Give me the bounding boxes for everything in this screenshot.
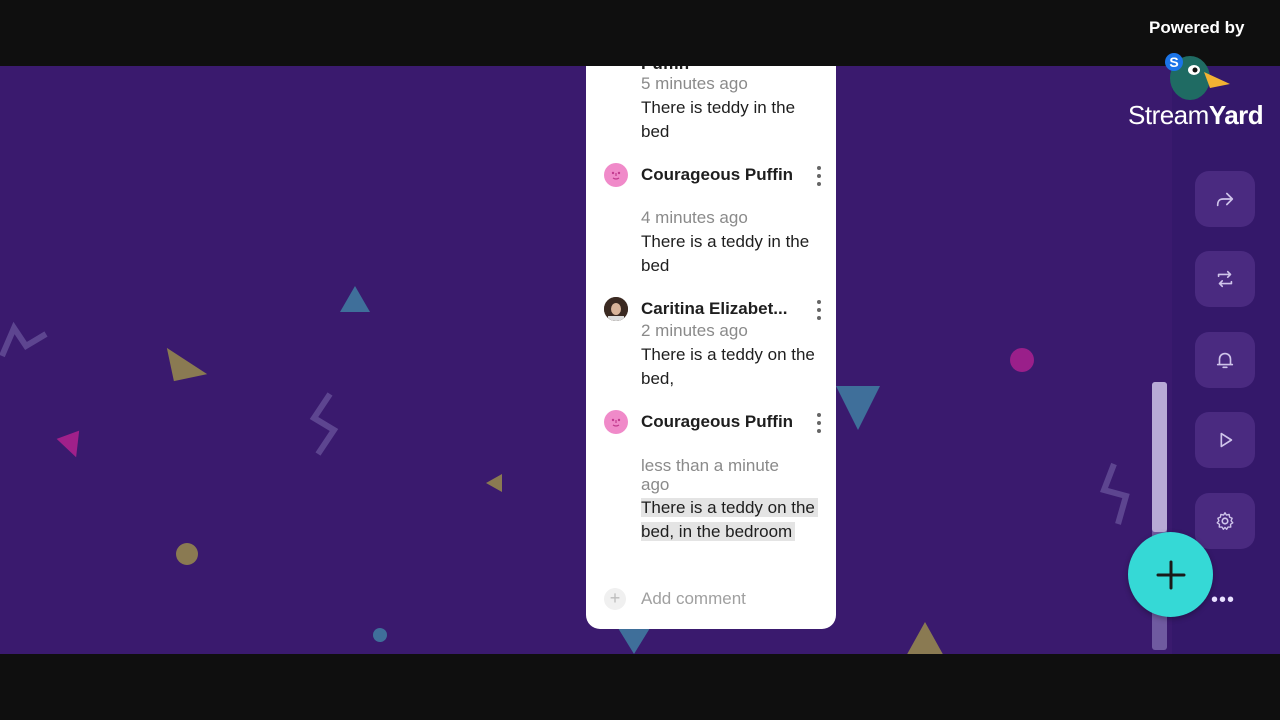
comment-text: There is teddy in the bed (641, 98, 796, 141)
plus-icon: + (604, 588, 626, 610)
deco-triangle (166, 340, 208, 382)
rail-settings-button[interactable] (1195, 493, 1255, 549)
play-icon (1220, 432, 1233, 448)
add-fab-button[interactable] (1128, 532, 1213, 617)
repeat-icon (1217, 270, 1233, 288)
deco-triangle (486, 474, 502, 492)
comment-author: Caritina Elizabet... (641, 299, 788, 318)
puffin-face-icon (604, 163, 628, 187)
rail-share-button[interactable] (1195, 171, 1255, 227)
comment-menu-icon[interactable] (815, 413, 823, 433)
deco-circle (1010, 348, 1034, 372)
bell-icon (1216, 352, 1234, 369)
puffin-face-icon (604, 410, 628, 434)
deco-triangle (340, 286, 370, 312)
rail-repeat-button[interactable] (1195, 251, 1255, 307)
rail-notifications-button[interactable] (1195, 332, 1255, 388)
deco-zigzag (1100, 462, 1130, 525)
comment-timestamp: 5 minutes ago (641, 74, 748, 93)
deco-zigzag (309, 392, 339, 456)
svg-text:S: S (1169, 54, 1178, 70)
add-comment-input[interactable]: Add comment (641, 588, 746, 610)
deco-zigzag (0, 321, 48, 358)
rail-play-button[interactable] (1195, 412, 1255, 468)
top-letterbox (0, 0, 1280, 66)
comment-author: Courageous Puffin (641, 412, 794, 431)
more-options-icon[interactable]: ••• (1211, 590, 1241, 610)
comment-text: There is a teddy in the bed (641, 232, 810, 275)
deco-triangle (905, 622, 945, 654)
comments-panel: Puffin 5 minutes ago There is teddy in t… (586, 66, 836, 629)
comment-text-selected[interactable]: There is a teddy on the bed, in the bedr… (641, 496, 821, 544)
comment-menu-icon[interactable] (815, 166, 823, 186)
comment-menu-icon[interactable] (815, 300, 823, 320)
comment-author-partial: Puffin (641, 66, 801, 74)
deco-triangle (836, 386, 880, 430)
deco-triangle (618, 628, 650, 654)
comment-author: Courageous Puffin (641, 165, 794, 184)
streamyard-logo-text: StreamYard (1128, 100, 1264, 130)
bottom-letterbox (0, 654, 1280, 720)
user-avatar (604, 297, 628, 321)
comment-timestamp: 4 minutes ago (641, 208, 748, 227)
deco-circle (176, 543, 198, 565)
comment-timestamp: 2 minutes ago (641, 321, 748, 340)
share-icon (1216, 192, 1234, 207)
comment-text: There is a teddy on the bed, (641, 345, 815, 388)
comment-timestamp: less than a minute ago (641, 456, 779, 494)
add-comment-row[interactable]: + Add comment (604, 588, 824, 612)
deco-circle (373, 628, 387, 642)
plus-icon (1156, 560, 1185, 589)
powered-by-label: Powered by (1149, 18, 1245, 37)
deco-triangle (56, 430, 88, 462)
gear-icon (1216, 512, 1234, 530)
duck-logo-icon: S (1165, 53, 1230, 100)
scrollbar-thumb[interactable] (1152, 382, 1167, 532)
